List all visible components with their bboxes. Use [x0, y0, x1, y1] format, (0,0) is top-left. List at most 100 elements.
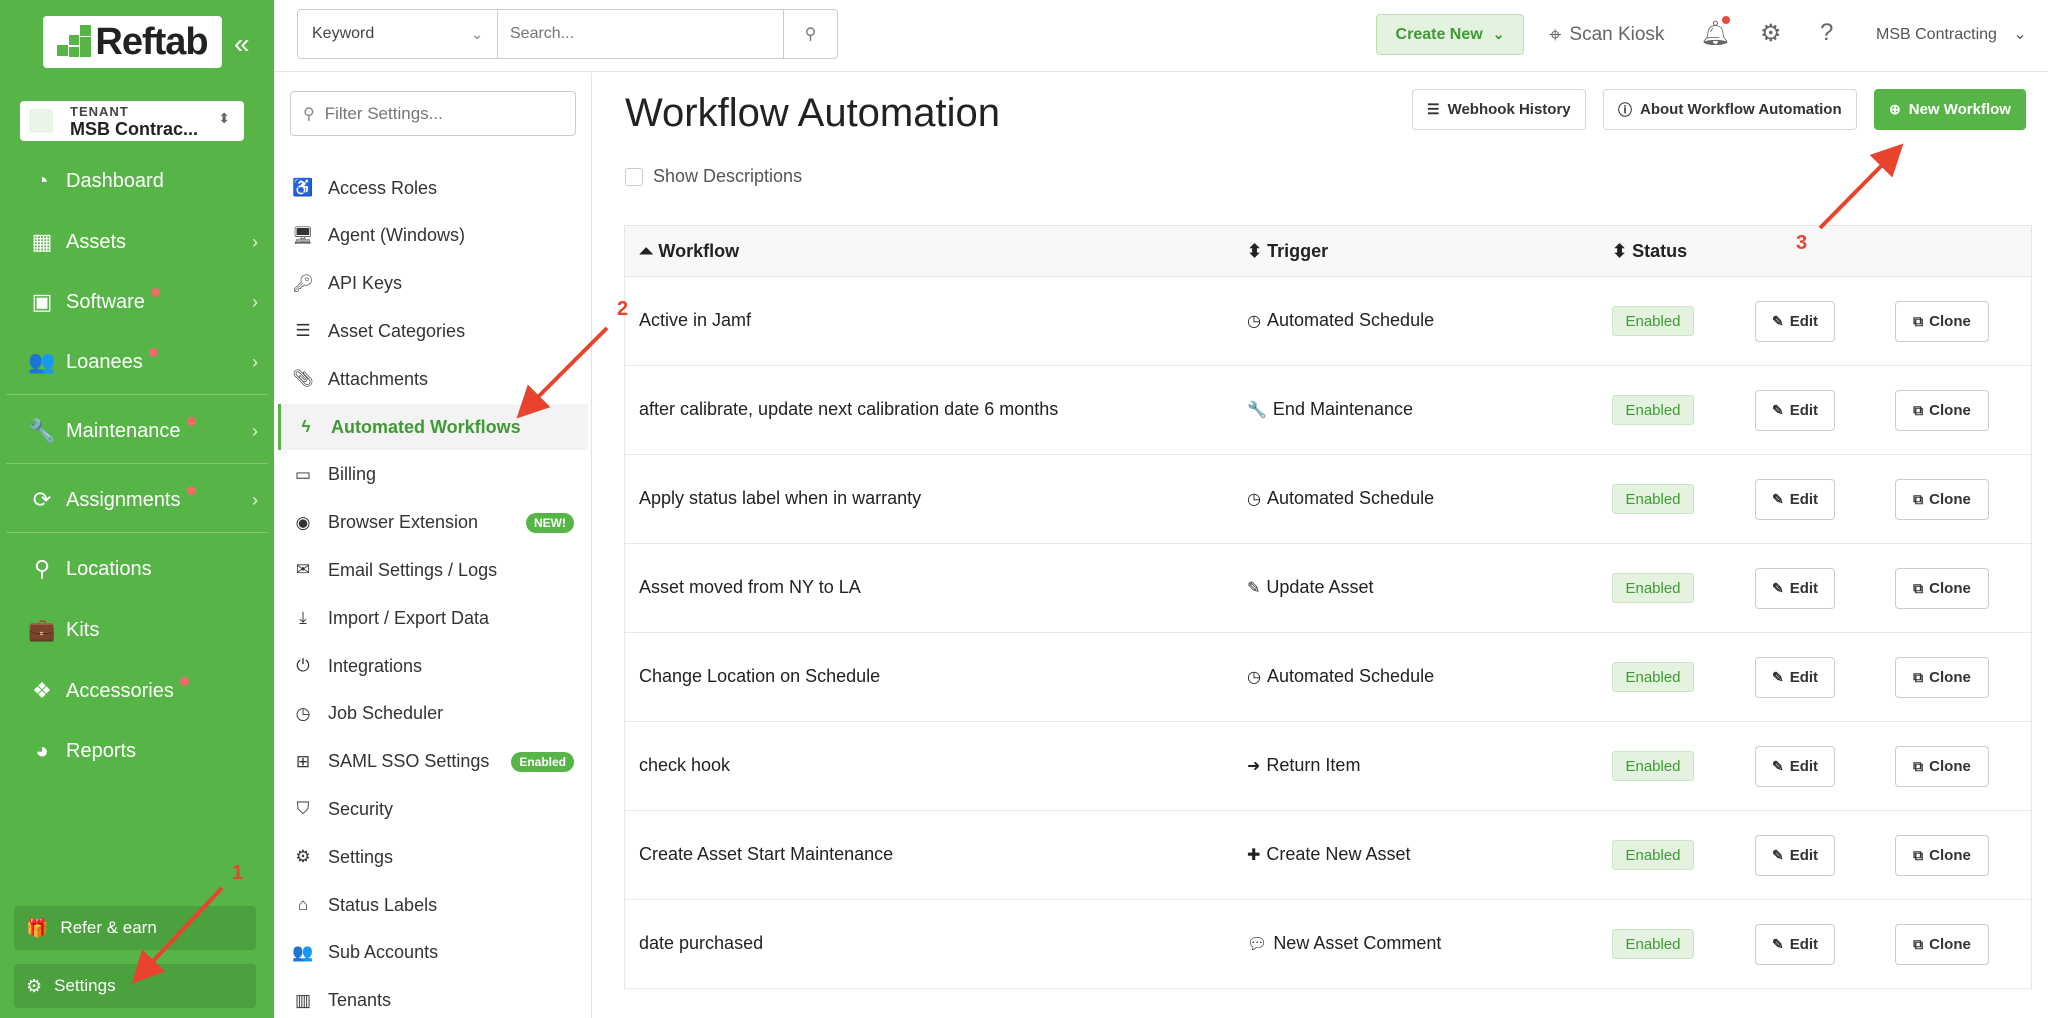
nav-item-kits[interactable]: 💼 Kits — [0, 606, 274, 654]
show-descriptions-checkbox[interactable] — [625, 167, 643, 186]
edit-icon: ✎ — [1771, 847, 1784, 863]
clone-button[interactable]: ⧉ Clone — [1895, 301, 1989, 342]
settings-item-integrations[interactable]: ⏻ Integrations — [278, 643, 588, 689]
tenant-building-icon — [29, 109, 53, 133]
chevron-down-icon: ⌄ — [1492, 26, 1505, 42]
settings-item-job-scheduler[interactable]: ◷ Job Scheduler — [278, 691, 588, 737]
copy-icon: ⧉ — [1913, 758, 1924, 774]
edit-icon: ✎ — [1771, 491, 1784, 507]
settings-item-asset-categories[interactable]: ☰ Asset Categories — [278, 308, 588, 354]
settings-item-browser-extension[interactable]: ◉ Browser Extension NEW! — [278, 500, 588, 546]
clone-button[interactable]: ⧉ Clone — [1895, 657, 1989, 698]
reftab-logo[interactable]: Reftab — [43, 16, 222, 68]
settings-item-security[interactable]: ⛉ Security — [278, 786, 588, 832]
wrench-icon: 🔧 — [28, 418, 56, 443]
nav-item-loanees[interactable]: 👥 Loanees › — [0, 338, 274, 386]
filter-settings-input[interactable] — [324, 103, 565, 124]
desktop-icon: 🖥︎ — [292, 225, 314, 245]
search-type-select[interactable]: Keyword ⌄ — [298, 10, 498, 58]
clone-button[interactable]: ⧉ Clone — [1895, 924, 1989, 965]
workflow-name[interactable]: check hook — [639, 755, 730, 776]
nav-item-assignments[interactable]: ⟳ Assignments › — [0, 476, 274, 524]
edit-icon: ✎ — [1771, 402, 1784, 418]
edit-button[interactable]: ✎ Edit — [1755, 746, 1835, 787]
settings-item-billing[interactable]: ▭ Billing — [278, 452, 588, 498]
edit-button[interactable]: ✎ Edit — [1755, 657, 1835, 698]
settings-item-label: Access Roles — [328, 177, 438, 198]
settings-item-tenants[interactable]: ▥ Tenants — [278, 978, 588, 1018]
settings-item-access-roles[interactable]: ♿ Access Roles — [278, 165, 588, 211]
nav-item-locations[interactable]: ⚲ Locations — [0, 545, 274, 593]
workflow-name[interactable]: Apply status label when in warranty — [639, 488, 921, 509]
sort-icon: ⬍ — [1247, 241, 1263, 261]
edit-icon: ✎ — [1771, 936, 1784, 952]
settings-item-sub-accounts[interactable]: 👥 Sub Accounts — [278, 930, 588, 976]
column-trigger[interactable]: ⬍ Trigger — [1247, 241, 1328, 262]
refer-earn-button[interactable]: 🎁 Refer & earn — [14, 906, 256, 950]
column-status[interactable]: ⬍ Status — [1612, 241, 1687, 262]
workflow-name[interactable]: after calibrate, update next calibration… — [639, 399, 1058, 420]
settings-item-agent-windows[interactable]: 🖥︎ Agent (Windows) — [278, 213, 588, 259]
about-workflow-button[interactable]: ⓘ About Workflow Automation — [1603, 89, 1857, 130]
edit-button[interactable]: ✎ Edit — [1755, 835, 1835, 876]
search-type-value: Keyword — [312, 25, 375, 42]
clone-button[interactable]: ⧉ Clone — [1895, 568, 1989, 609]
nav-item-software[interactable]: ▣ Software › — [0, 278, 274, 326]
settings-item-settings[interactable]: ⚙ Settings — [278, 834, 588, 880]
nav-item-maintenance[interactable]: 🔧 Maintenance › — [0, 407, 274, 455]
settings-item-attachments[interactable]: 📎︎ Attachments — [278, 356, 588, 402]
clone-button[interactable]: ⧉ Clone — [1895, 746, 1989, 787]
edit-button[interactable]: ✎ Edit — [1755, 479, 1835, 520]
settings-item-automated-workflows[interactable]: ϟ Automated Workflows — [278, 404, 588, 450]
shield-icon: ⛉ — [296, 799, 310, 819]
nav-item-dashboard[interactable]: ◔ Dashboard — [0, 157, 274, 205]
column-workflow[interactable]: ⏶ Workflow — [639, 241, 739, 262]
filter-settings-field[interactable]: ⚲ — [290, 91, 576, 136]
search-button[interactable]: ⚲ — [783, 10, 837, 58]
gift-icon: 🎁 — [26, 917, 49, 938]
clone-button[interactable]: ⧉ Clone — [1895, 479, 1989, 520]
create-new-button[interactable]: Create New ⌄ — [1376, 14, 1524, 55]
new-workflow-button[interactable]: ⊕ New Workflow — [1874, 89, 2026, 130]
settings-item-label: Settings — [328, 846, 394, 867]
settings-item-import-export-data[interactable]: ⤓ Import / Export Data — [278, 595, 588, 641]
account-menu[interactable]: MSB Contracting ⌄ — [1876, 24, 2027, 44]
webhook-history-button[interactable]: ☰ Webhook History — [1412, 89, 1586, 130]
edit-button[interactable]: ✎ Edit — [1755, 301, 1835, 342]
tenant-selector[interactable]: TENANT MSB Contrac... ⬍ — [20, 101, 244, 141]
notification-dot — [1722, 16, 1730, 24]
workflow-name[interactable]: date purchased — [639, 933, 763, 954]
edit-button[interactable]: ✎ Edit — [1755, 924, 1835, 965]
settings-item-email-settings-logs[interactable]: ✉ Email Settings / Logs — [278, 547, 588, 593]
settings-button[interactable]: ⚙ Settings — [14, 964, 256, 1008]
new-workflow-label: New Workflow — [1908, 101, 2011, 118]
settings-item-api-keys[interactable]: 🔑︎ API Keys — [278, 261, 588, 307]
workflow-name[interactable]: Active in Jamf — [639, 310, 751, 331]
show-descriptions-toggle[interactable]: Show Descriptions — [625, 166, 802, 187]
nav-item-accessories[interactable]: ❖ Accessories — [0, 667, 274, 715]
collapse-sidebar-icon[interactable]: « — [234, 28, 250, 60]
help-icon[interactable]: ? — [1820, 19, 1833, 47]
edit-label: Edit — [1789, 669, 1819, 686]
search-input[interactable] — [498, 10, 783, 58]
settings-item-label: Agent (Windows) — [328, 225, 466, 246]
gear-icon[interactable]: ⚙ — [1760, 19, 1782, 48]
edit-icon: ✎ — [1771, 313, 1784, 329]
workflow-name[interactable]: Create Asset Start Maintenance — [639, 844, 893, 865]
clone-button[interactable]: ⧉ Clone — [1895, 390, 1989, 431]
edit-button[interactable]: ✎ Edit — [1755, 390, 1835, 431]
clone-label: Clone — [1929, 936, 1971, 953]
clone-button[interactable]: ⧉ Clone — [1895, 835, 1989, 876]
nav-item-assets[interactable]: ▦ Assets › — [0, 218, 274, 266]
nav-item-reports[interactable]: ◕ Reports — [0, 727, 274, 775]
edit-label: Edit — [1789, 491, 1819, 508]
workflow-name[interactable]: Change Location on Schedule — [639, 666, 880, 687]
scan-kiosk-button[interactable]: ⌖ Scan Kiosk — [1549, 22, 1664, 48]
settings-item-status-labels[interactable]: ⌂ Status Labels — [278, 882, 588, 928]
refresh-icon: ⟳ — [32, 487, 52, 512]
search-icon: ⚲ — [804, 26, 817, 43]
settings-item-saml-sso-settings[interactable]: ⊞ SAML SSO Settings Enabled — [278, 739, 588, 785]
workflow-name[interactable]: Asset moved from NY to LA — [639, 577, 861, 598]
status-badge: Enabled — [1612, 573, 1694, 603]
edit-button[interactable]: ✎ Edit — [1755, 568, 1835, 609]
